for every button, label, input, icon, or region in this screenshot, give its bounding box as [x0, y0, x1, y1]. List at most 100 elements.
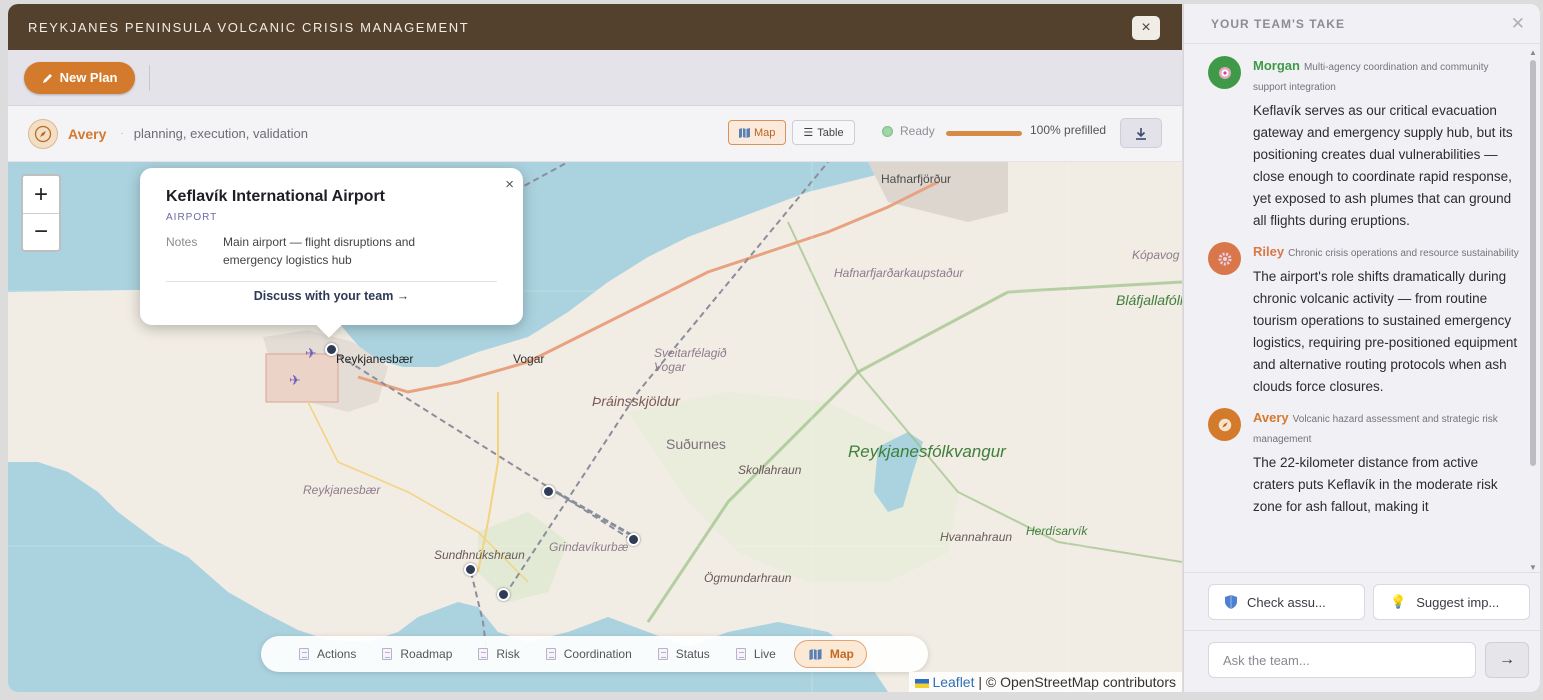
nav-label: Coordination	[563, 647, 632, 661]
plan-pane: Reykjanes Peninsula Volcanic Crisis Mana…	[8, 4, 1182, 692]
suggestion-label: Check assu...	[1247, 594, 1326, 610]
team-messages[interactable]: Morgan Multi-agency coordination and comm…	[1184, 46, 1529, 571]
nav-risk[interactable]: Risk	[464, 640, 531, 668]
ask-team-input[interactable]: Ask the team...	[1208, 642, 1476, 678]
map-label: Reykjanesbær	[303, 483, 381, 497]
zoom-control: + −	[21, 174, 61, 252]
new-plan-button[interactable]: New Plan	[24, 61, 135, 94]
message-text: Keflavík serves as our critical evacuati…	[1253, 103, 1513, 228]
close-panel-icon[interactable]: ✕	[1511, 14, 1526, 34]
toolbar: New Plan	[8, 50, 1182, 106]
document-icon	[382, 648, 393, 660]
popup-divider	[166, 281, 497, 282]
team-panel-title: YOUR TEAM'S TAKE	[1211, 16, 1345, 31]
document-icon	[478, 648, 489, 660]
nav-map[interactable]: Map	[793, 640, 867, 668]
arrow-right-icon: →	[1499, 651, 1515, 668]
map-label: Hvannahraun	[940, 530, 1013, 544]
document-icon	[545, 648, 556, 660]
nav-actions[interactable]: Actions	[285, 640, 368, 668]
agent-description: planning, execution, validation	[133, 126, 308, 141]
compass-icon	[28, 118, 58, 149]
map-label: Hafnarfjarðarkaupstaður	[834, 266, 964, 280]
map-label: Suðurnes	[666, 436, 726, 452]
table-view-label: Table	[817, 126, 844, 139]
panel-divider	[1184, 572, 1540, 573]
map-icon	[739, 127, 750, 138]
document-icon	[299, 648, 309, 660]
osm-attribution: | © OpenStreetMap contributors	[974, 674, 1176, 690]
map-label: Grindavíkurbæ	[549, 540, 629, 554]
zoom-out-button[interactable]: −	[23, 213, 59, 250]
gear-icon	[1208, 242, 1241, 275]
target-icon	[1208, 56, 1241, 89]
nav-label: Status	[675, 647, 710, 661]
map-label: Skollahraun	[738, 463, 802, 477]
map-label: Reykjanesfólkvangur	[848, 442, 1006, 461]
new-plan-label: New Plan	[59, 70, 118, 85]
team-panel-header: YOUR TEAM'S TAKE ✕	[1184, 4, 1540, 44]
agent-bar: Avery · planning, execution, validation …	[8, 106, 1182, 162]
download-button[interactable]	[1120, 118, 1162, 148]
airport-icon: ✈	[289, 372, 301, 388]
suggestion-label: Suggest imp...	[1416, 594, 1500, 610]
map-marker[interactable]	[464, 563, 477, 576]
airport-icon: ✈	[305, 345, 317, 361]
popup-notes-value: Main airport — flight disruptions and em…	[223, 235, 416, 267]
nav-label: Roadmap	[400, 647, 453, 661]
map-canvas[interactable]: + − Hafnarfjörður Kópavog Hafnarfjarðark…	[8, 162, 1182, 692]
popup-notes-row: Notes Main airport — flight disruptions …	[166, 233, 497, 269]
discuss-with-team-link[interactable]: Discuss with your team →	[166, 289, 497, 303]
bottom-view-nav: Actions Roadmap Risk Coordination Status…	[261, 636, 928, 672]
map-marker[interactable]	[627, 533, 640, 546]
status-indicator: Ready	[882, 124, 935, 138]
close-icon: ×	[1141, 19, 1151, 36]
title-bar: Reykjanes Peninsula Volcanic Crisis Mana…	[8, 4, 1182, 50]
message-author-line: Riley Chronic crisis operations and resou…	[1253, 242, 1519, 264]
nav-label: Live	[753, 647, 776, 661]
send-button[interactable]: →	[1485, 642, 1529, 678]
nav-label: Risk	[496, 647, 520, 661]
map-label: Sveitarfélagið Vogar	[654, 346, 727, 374]
suggest-improvements-button[interactable]: 💡 Suggest imp...	[1373, 584, 1530, 620]
map-marker-airport[interactable]	[325, 343, 338, 356]
table-view-button[interactable]: ☰ Table	[792, 120, 855, 145]
toolbar-divider	[149, 64, 150, 91]
map-label: Ögmundarhraun	[704, 571, 792, 585]
panel-divider	[1184, 630, 1540, 631]
map-label: Sundhnúkshraun	[434, 548, 525, 562]
agent-name: Avery	[68, 125, 107, 142]
download-icon	[1136, 127, 1146, 140]
popup-notes-key: Notes	[166, 235, 198, 249]
nav-live[interactable]: Live	[722, 640, 788, 668]
message-author: Morgan	[1253, 58, 1300, 73]
map-label: Vogar	[513, 352, 545, 366]
message-role: Chronic crisis operations and resource s…	[1288, 248, 1519, 259]
message-author: Riley	[1253, 244, 1285, 259]
map-label: Kópavog	[1132, 248, 1180, 262]
nav-status[interactable]: Status	[644, 640, 722, 668]
scroll-up-arrow-icon[interactable]: ▲	[1529, 48, 1537, 57]
map-marker[interactable]	[542, 485, 555, 498]
nav-coordination[interactable]: Coordination	[532, 640, 644, 668]
popup-type: AIRPORT	[166, 212, 218, 223]
map-marker[interactable]	[497, 588, 510, 601]
prefill-progress-fill	[946, 131, 1022, 136]
leaflet-link[interactable]: Leaflet	[932, 674, 974, 690]
popup-close-button[interactable]: ×	[505, 176, 514, 193]
nav-label: Actions	[317, 647, 357, 661]
prefilled-label: 100% prefilled	[1030, 123, 1107, 137]
map-label: Þráinsskjöldur	[592, 393, 680, 409]
app-window: Reykjanes Peninsula Volcanic Crisis Mana…	[8, 4, 1540, 694]
map-view-button[interactable]: Map	[728, 120, 787, 145]
zoom-in-button[interactable]: +	[23, 176, 59, 213]
scroll-down-arrow-icon[interactable]: ▼	[1529, 563, 1537, 572]
close-window-button[interactable]: ×	[1132, 16, 1160, 40]
ukraine-flag-icon	[914, 678, 929, 688]
nav-label: Map	[829, 647, 854, 661]
nav-roadmap[interactable]: Roadmap	[368, 640, 464, 668]
messages-scrollbar[interactable]	[1530, 60, 1536, 466]
check-assumptions-button[interactable]: Check assu...	[1208, 584, 1365, 620]
window-title: Reykjanes Peninsula Volcanic Crisis Mana…	[28, 19, 470, 35]
team-panel: YOUR TEAM'S TAKE ✕ Morgan Multi-agency co…	[1183, 4, 1540, 692]
